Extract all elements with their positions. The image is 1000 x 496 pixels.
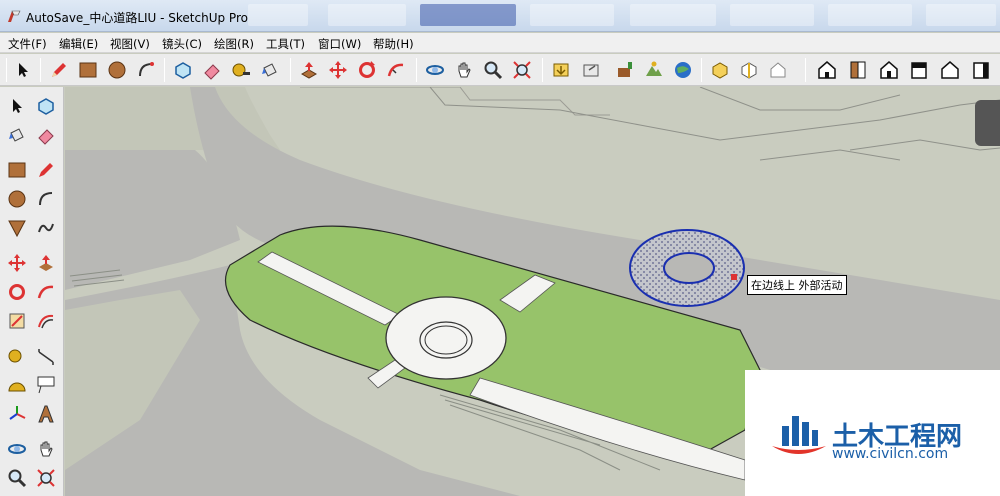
menu-file[interactable]: 文件(F) — [8, 36, 47, 52]
rectangle-icon[interactable] — [75, 57, 101, 83]
toggle-terrain-icon[interactable] — [641, 57, 667, 83]
eraser-icon[interactable] — [33, 122, 59, 148]
circle-icon[interactable] — [4, 186, 30, 212]
zoom-icon[interactable] — [480, 57, 506, 83]
make-component-icon[interactable] — [170, 57, 196, 83]
menu-bar: 文件(F) 编辑(E) 视图(V) 镜头(C) 绘图(R) 工具(T) 窗口(W… — [0, 33, 1000, 53]
google-earth-icon[interactable] — [670, 57, 696, 83]
left-toolbar — [0, 87, 64, 496]
eraser-icon[interactable] — [199, 57, 225, 83]
menu-window[interactable]: 窗口(W) — [318, 36, 361, 52]
freehand-icon[interactable] — [33, 215, 59, 241]
roundabout-ring — [419, 321, 473, 359]
rotate-icon[interactable] — [354, 57, 380, 83]
3d-text-icon[interactable] — [33, 401, 59, 427]
taskbar-item[interactable] — [730, 4, 814, 26]
inference-point — [731, 274, 737, 280]
watermark-url: www.civilcn.com — [832, 446, 949, 462]
inference-tooltip: 在边线上 外部活动 — [747, 275, 847, 295]
menu-view[interactable]: 视图(V) — [110, 36, 150, 52]
zoom-icon[interactable] — [4, 465, 30, 491]
dimension-icon[interactable] — [33, 343, 59, 369]
menu-draw[interactable]: 绘图(R) — [214, 36, 254, 52]
circle-icon[interactable] — [104, 57, 130, 83]
zoom-extents-icon[interactable] — [509, 57, 535, 83]
rectangle-icon[interactable] — [4, 157, 30, 183]
follow-me-icon[interactable] — [383, 57, 409, 83]
main-toolbar — [0, 54, 1000, 86]
tape-measure-icon[interactable] — [4, 343, 30, 369]
select-icon[interactable] — [4, 93, 30, 119]
share-model-icon[interactable] — [578, 57, 604, 83]
taskbar-item[interactable] — [328, 4, 406, 26]
pan-icon[interactable] — [33, 436, 59, 462]
taskbar-item[interactable] — [926, 4, 996, 26]
text-icon[interactable] — [33, 372, 59, 398]
tape-measure-icon[interactable] — [228, 57, 254, 83]
polygon-icon[interactable] — [4, 215, 30, 241]
paint-bucket-icon[interactable] — [4, 122, 30, 148]
line-icon[interactable] — [33, 157, 59, 183]
taskbar-item[interactable] — [248, 4, 308, 26]
push-pull-icon[interactable] — [33, 250, 59, 276]
menu-help[interactable]: 帮助(H) — [373, 36, 414, 52]
select-icon[interactable] — [10, 57, 36, 83]
get-components-icon[interactable] — [707, 57, 733, 83]
protractor-icon[interactable] — [4, 372, 30, 398]
taskbar-item[interactable] — [828, 4, 912, 26]
push-pull-icon[interactable] — [296, 57, 322, 83]
title-bar: AutoSave_中心道路LIU - SketchUp Pro — [0, 0, 1000, 32]
offset-icon[interactable] — [33, 308, 59, 334]
warehouse-icon[interactable] — [765, 57, 791, 83]
get-models-icon[interactable] — [548, 57, 574, 83]
share-component-icon[interactable] — [736, 57, 762, 83]
sketchup-window: AutoSave_中心道路LIU - SketchUp Pro 文件(F) 编辑… — [0, 0, 1000, 496]
add-location-icon[interactable] — [612, 57, 638, 83]
right-view-icon[interactable] — [906, 57, 932, 83]
menu-edit[interactable]: 编辑(E) — [59, 36, 98, 52]
scale-icon[interactable] — [4, 308, 30, 334]
orbit-icon[interactable] — [4, 436, 30, 462]
taskbar-item-active[interactable] — [420, 4, 516, 26]
zoom-window-icon[interactable] — [33, 465, 59, 491]
axes-icon[interactable] — [4, 401, 30, 427]
taskbar-item[interactable] — [630, 4, 716, 26]
window-title: AutoSave_中心道路LIU - SketchUp Pro — [26, 11, 248, 25]
taskbar-strip — [238, 0, 1000, 30]
sketchup-logo-icon — [8, 10, 21, 22]
iso-view-icon[interactable] — [814, 57, 840, 83]
arc-icon[interactable] — [133, 57, 159, 83]
side-panel-tab[interactable] — [975, 100, 1000, 146]
top-view-icon[interactable] — [845, 57, 871, 83]
taskbar-item[interactable] — [530, 4, 614, 26]
pencil-icon[interactable] — [46, 57, 72, 83]
back-view-icon[interactable] — [937, 57, 963, 83]
rotate-icon[interactable] — [4, 279, 30, 305]
menu-camera[interactable]: 镜头(C) — [162, 36, 202, 52]
move-icon[interactable] — [4, 250, 30, 276]
paint-bucket-icon[interactable] — [257, 57, 283, 83]
arc-icon[interactable] — [33, 186, 59, 212]
orbit-icon[interactable] — [422, 57, 448, 83]
make-component-icon[interactable] — [33, 93, 59, 119]
pan-icon[interactable] — [451, 57, 477, 83]
menu-tools[interactable]: 工具(T) — [266, 36, 305, 52]
move-icon[interactable] — [325, 57, 351, 83]
front-view-icon[interactable] — [876, 57, 902, 83]
left-view-icon[interactable] — [968, 57, 994, 83]
watermark-logo-icon — [772, 416, 826, 454]
follow-me-icon[interactable] — [33, 279, 59, 305]
